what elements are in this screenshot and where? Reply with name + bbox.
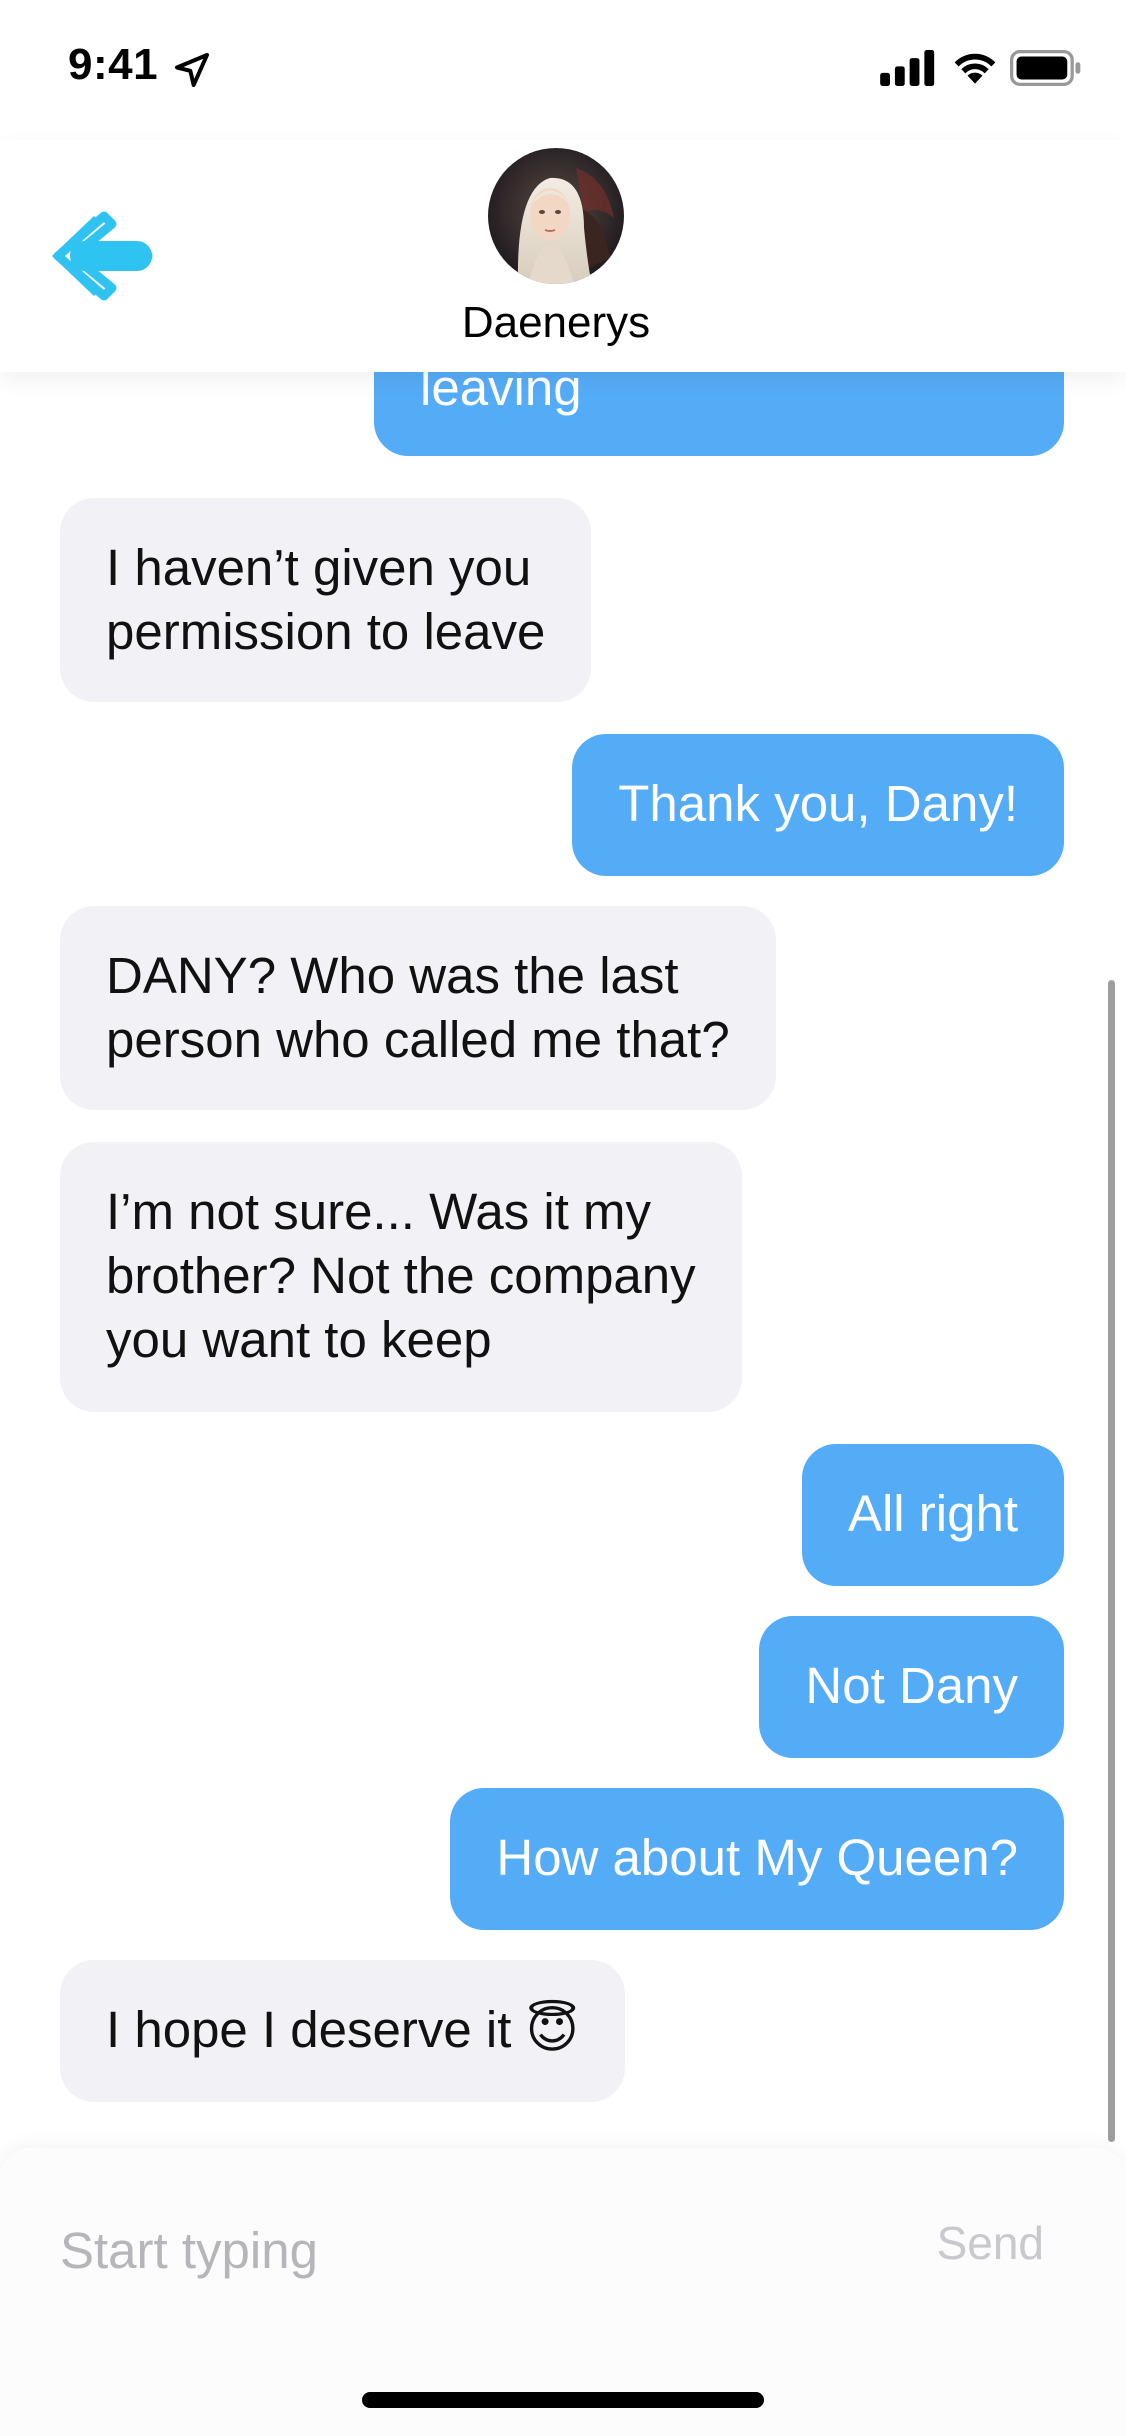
message-bubble-outgoing: How about My Queen? <box>450 1788 1064 1930</box>
home-indicator <box>362 2392 764 2408</box>
message-composer: Send <box>0 2148 1126 2436</box>
scroll-indicator[interactable] <box>1108 980 1115 2142</box>
back-button[interactable] <box>38 194 158 314</box>
message-bubble-outgoing: leaving <box>374 372 1064 456</box>
status-bar: 9:41 <box>0 0 1126 140</box>
avatar-photo <box>488 148 624 284</box>
avatar[interactable] <box>488 148 624 284</box>
message-bubble-outgoing: Thank you, Dany! <box>572 734 1064 876</box>
message-bubble-incoming: I haven’t given you permission to leave <box>60 498 592 702</box>
back-arrow-icon <box>52 211 153 301</box>
message-bubble-outgoing: Not Dany <box>759 1616 1064 1758</box>
chat-screen: 9:41 Daenerys leaving I haven’t given yo… <box>0 0 1126 2436</box>
message-bubble-incoming: DANY? Who was the last person who called… <box>60 906 776 1110</box>
status-time: 9:41 <box>68 40 159 89</box>
chat-header: Daenerys <box>0 140 1126 372</box>
battery-icon <box>1010 50 1081 86</box>
contact-name: Daenerys <box>461 298 651 347</box>
message-bubble-incoming: I hope I deserve it 😇 <box>60 1960 625 2102</box>
location-arrow-icon <box>175 53 209 87</box>
message-input[interactable] <box>60 2212 860 2288</box>
cellular-signal-icon <box>880 50 935 86</box>
message-bubble-incoming: I’m not sure... Was it my brother? Not t… <box>60 1142 742 1412</box>
message-bubble-outgoing: All right <box>801 1444 1064 1586</box>
send-button[interactable]: Send <box>937 2216 1044 2270</box>
wifi-icon <box>954 53 996 84</box>
message-list[interactable]: leaving I haven’t given you permission t… <box>0 372 1126 2148</box>
